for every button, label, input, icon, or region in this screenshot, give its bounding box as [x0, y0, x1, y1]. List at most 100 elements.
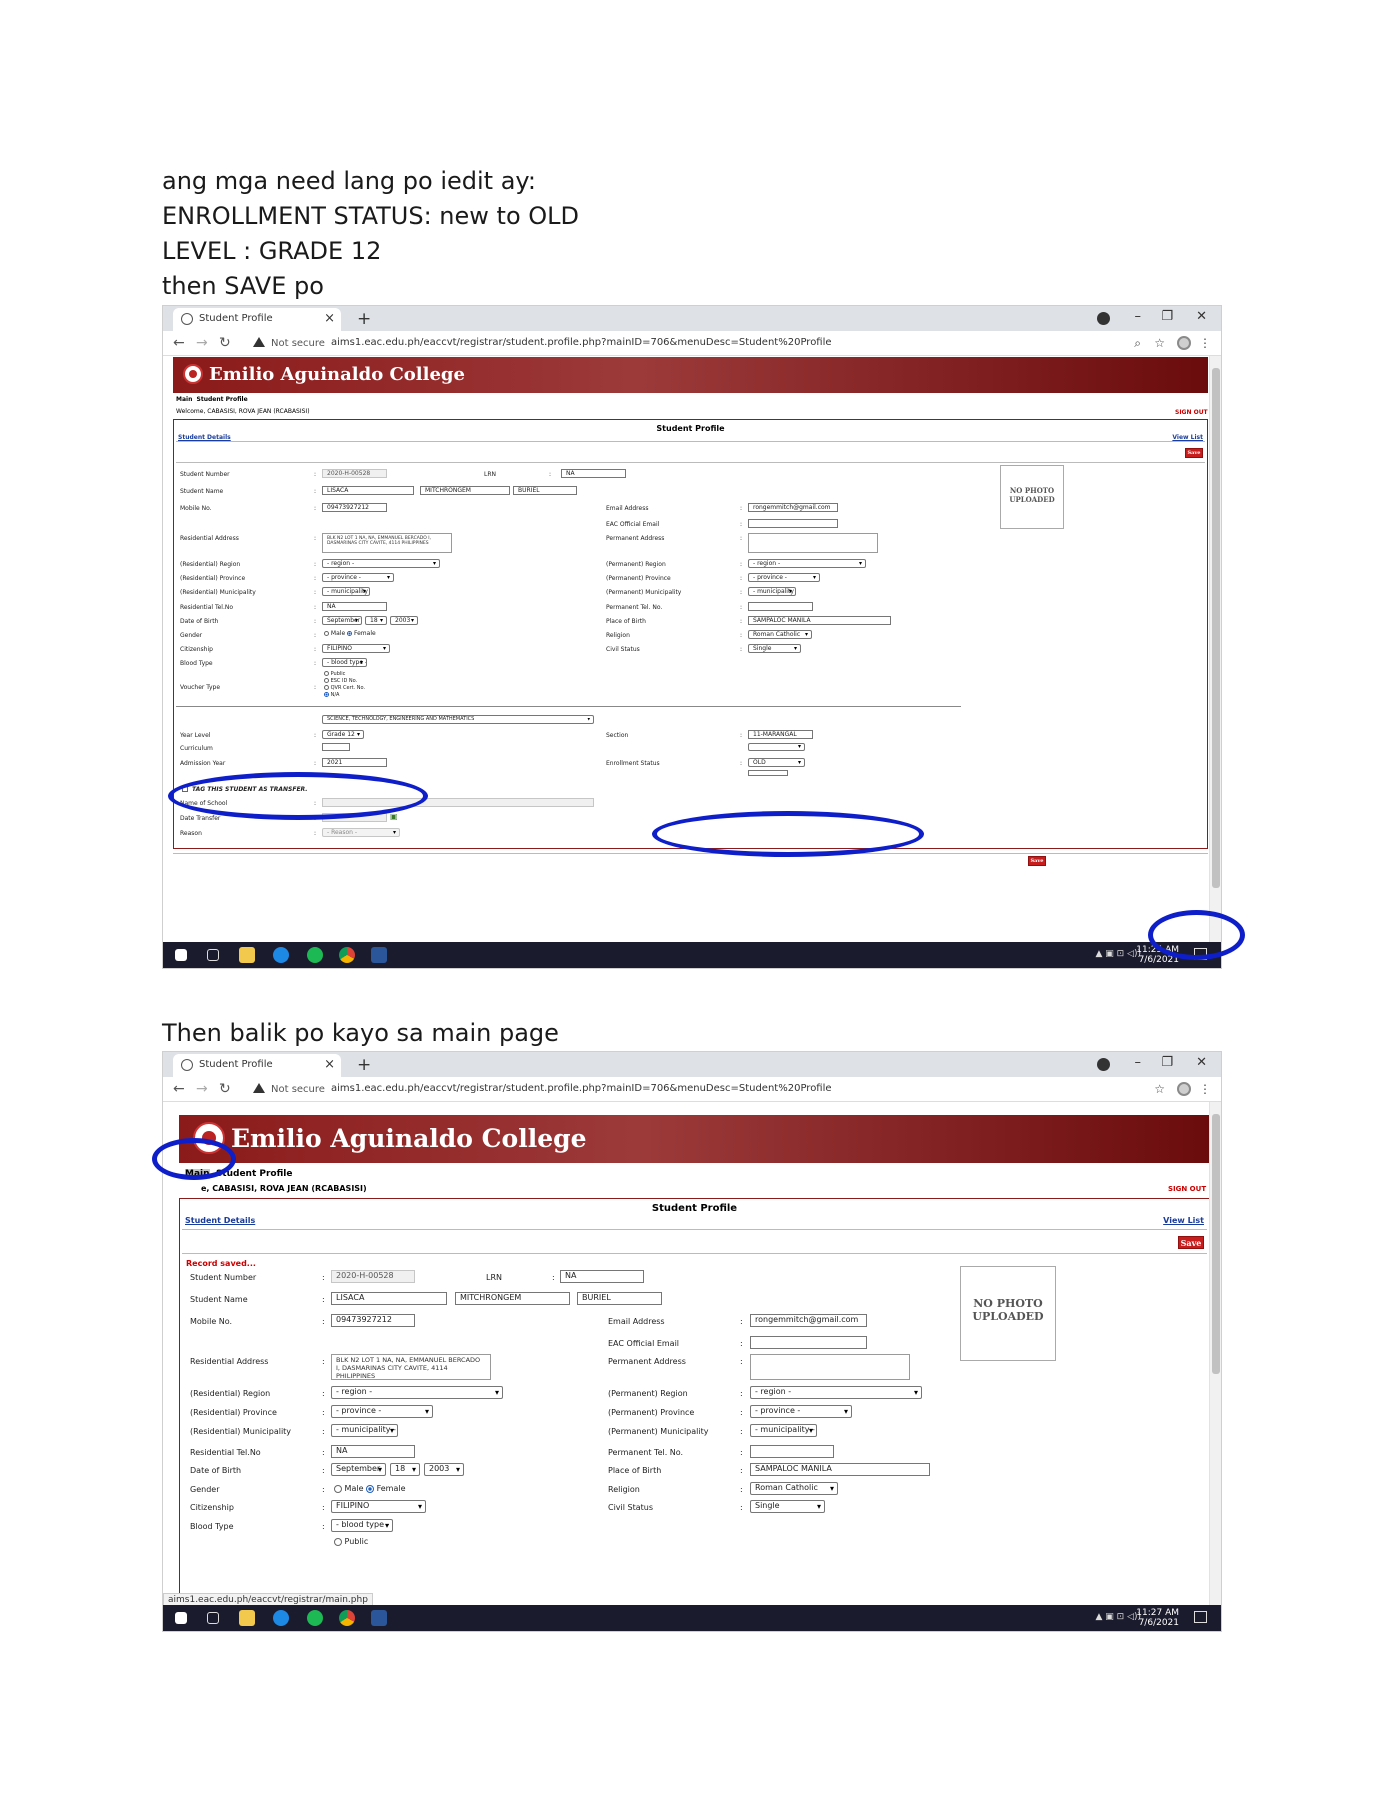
url-field[interactable]: aims1.eac.edu.ph/eaccvt/registrar/studen… [331, 337, 832, 348]
last-name-field[interactable]: LISACA [331, 1292, 447, 1305]
system-tray-icons[interactable]: ▲ ▣ ⊡ ◁)) [1096, 1612, 1142, 1622]
media-icon[interactable] [1097, 1058, 1110, 1071]
residential-tel-field[interactable]: NA [322, 602, 387, 611]
not-secure-indicator[interactable]: Not secure [253, 337, 325, 349]
sign-out-link[interactable]: SIGN OUT [1175, 409, 1208, 416]
edge-icon[interactable] [273, 1610, 289, 1626]
windows-start-icon[interactable] [175, 1612, 187, 1624]
spotify-icon[interactable] [307, 947, 323, 963]
permanent-tel-field[interactable] [748, 602, 813, 611]
male-radio[interactable] [324, 631, 329, 636]
student-details-link[interactable]: Student Details [185, 1216, 255, 1225]
extra-field[interactable] [748, 770, 788, 776]
permanent-address-field[interactable] [750, 1354, 910, 1380]
lrn-field[interactable]: NA [560, 1270, 644, 1283]
first-name-field[interactable]: MITCHRONGEM [420, 486, 510, 495]
voucher-na-radio[interactable] [324, 692, 329, 697]
view-list-link[interactable]: View List [1172, 434, 1203, 441]
close-window-icon[interactable]: ✕ [1196, 1055, 1207, 1070]
first-name-field[interactable]: MITCHRONGEM [455, 1292, 570, 1305]
place-of-birth-field[interactable]: SAMPALOC MANILA [750, 1463, 930, 1476]
blood-type-select[interactable]: - blood type - [322, 658, 367, 667]
curriculum-field[interactable] [322, 743, 350, 751]
back-icon[interactable]: ← [173, 335, 185, 351]
back-icon[interactable]: ← [173, 1081, 185, 1097]
middle-name-field[interactable]: BURIEL [577, 1292, 662, 1305]
dob-month-select[interactable]: September [322, 616, 362, 625]
year-level-select[interactable]: Grade 12 [322, 730, 364, 739]
menu-icon[interactable]: ⋮ [1199, 336, 1211, 350]
residential-province-select[interactable]: - province - [331, 1405, 433, 1418]
profile-avatar[interactable] [1177, 336, 1191, 350]
dob-month-select[interactable]: September [331, 1463, 386, 1476]
taskbar-clock[interactable]: 11:27 AM 7/6/2021 [1136, 1608, 1179, 1628]
enrollment-status-select[interactable]: OLD [748, 758, 805, 767]
edge-icon[interactable] [273, 947, 289, 963]
blood-type-select[interactable]: - blood type - [331, 1519, 393, 1532]
restore-icon[interactable]: ❐ [1161, 309, 1173, 324]
notification-icon[interactable] [1194, 1611, 1207, 1623]
residential-region-select[interactable]: - region - [322, 559, 440, 568]
forward-icon[interactable]: → [196, 335, 208, 351]
voucher-qvr-radio[interactable] [324, 685, 329, 690]
profile-avatar[interactable] [1177, 1082, 1191, 1096]
save-button-top[interactable]: Save [1185, 448, 1203, 458]
section-field[interactable]: 11-MARANGAL [748, 730, 813, 739]
browser-tab[interactable]: Student Profile × [173, 1054, 341, 1077]
student-details-link[interactable]: Student Details [178, 434, 231, 441]
dob-day-select[interactable]: 18 [365, 616, 387, 625]
mobile-field[interactable]: 09473927212 [331, 1314, 415, 1327]
calendar-icon[interactable]: ▣ [390, 812, 398, 821]
civil-status-select[interactable]: Single [748, 644, 801, 653]
reload-icon[interactable]: ↻ [219, 1081, 231, 1097]
mobile-field[interactable]: 09473927212 [322, 503, 387, 512]
scrollbar[interactable] [1209, 1102, 1221, 1607]
task-view-icon[interactable] [207, 949, 219, 961]
email-field[interactable]: rongemmitch@gmail.com [748, 503, 838, 512]
admission-year-field[interactable]: 2021 [322, 758, 387, 767]
restore-icon[interactable]: ❐ [1161, 1055, 1173, 1070]
url-field[interactable]: aims1.eac.edu.ph/eaccvt/registrar/studen… [331, 1083, 832, 1094]
zoom-icon[interactable]: ⌕ [1134, 336, 1141, 351]
permanent-region-select[interactable]: - region - [748, 559, 866, 568]
permanent-municipality-select[interactable]: - municipality - [750, 1424, 817, 1437]
female-radio[interactable] [366, 1484, 375, 1493]
email-field[interactable]: rongemmitch@gmail.com [750, 1314, 867, 1327]
task-view-icon[interactable] [207, 1612, 219, 1624]
close-tab-icon[interactable]: × [324, 311, 335, 326]
citizenship-select[interactable]: FILIPINO [331, 1500, 426, 1513]
close-window-icon[interactable]: ✕ [1196, 309, 1207, 324]
menu-icon[interactable]: ⋮ [1199, 1082, 1211, 1096]
permanent-province-select[interactable]: - province - [750, 1405, 852, 1418]
female-radio[interactable] [347, 631, 353, 636]
secondary-select[interactable] [748, 743, 805, 751]
spotify-icon[interactable] [307, 1610, 323, 1626]
dob-year-select[interactable]: 2003 [424, 1463, 464, 1476]
minimize-icon[interactable]: – [1135, 309, 1142, 324]
civil-status-select[interactable]: Single [750, 1500, 825, 1513]
last-name-field[interactable]: LISACA [322, 486, 414, 495]
bookmark-star-icon[interactable]: ☆ [1154, 336, 1165, 350]
religion-select[interactable]: Roman Catholic [748, 630, 812, 639]
word-icon[interactable] [371, 1610, 387, 1626]
permanent-tel-field[interactable] [750, 1445, 834, 1458]
windows-start-icon[interactable] [175, 949, 187, 961]
residential-region-select[interactable]: - region - [331, 1386, 503, 1399]
place-of-birth-field[interactable]: SAMPALOC MANILA [748, 616, 891, 625]
forward-icon[interactable]: → [196, 1081, 208, 1097]
residential-province-select[interactable]: - province - [322, 573, 394, 582]
male-radio[interactable] [334, 1484, 342, 1493]
minimize-icon[interactable]: – [1135, 1055, 1142, 1070]
middle-name-field[interactable]: BURIEL [513, 486, 577, 495]
save-button-bottom[interactable]: Save [1028, 856, 1046, 866]
lrn-field[interactable]: NA [561, 469, 626, 478]
permanent-municipality-select[interactable]: - municipality - [748, 587, 796, 596]
media-icon[interactable] [1097, 312, 1110, 325]
chrome-icon[interactable] [339, 1610, 355, 1626]
religion-select[interactable]: Roman Catholic [750, 1482, 838, 1495]
permanent-address-field[interactable] [748, 533, 878, 553]
permanent-province-select[interactable]: - province - [748, 573, 820, 582]
new-tab-icon[interactable]: + [357, 309, 371, 329]
strand-select[interactable]: SCIENCE, TECHNOLOGY, ENGINEERING AND MAT… [322, 715, 594, 724]
residential-address-field[interactable]: BLK N2 LOT 1 NA, NA, EMMANUEL BERCADO I,… [322, 533, 452, 553]
